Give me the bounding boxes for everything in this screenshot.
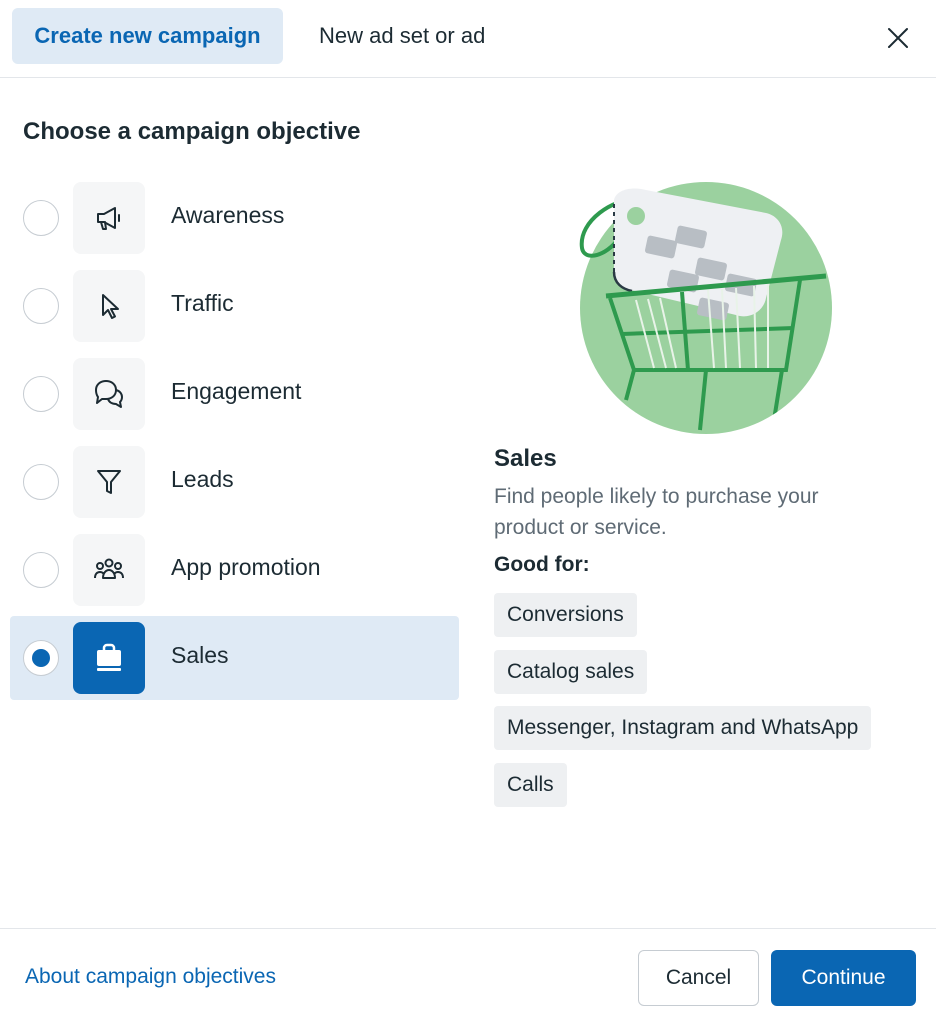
close-button[interactable] xyxy=(878,18,918,58)
dialog-header: Create new campaign New ad set or ad xyxy=(0,0,936,78)
page-title: Choose a campaign objective xyxy=(23,118,361,145)
objective-icon-tile xyxy=(73,270,145,342)
radio-sales[interactable] xyxy=(23,640,59,676)
good-for-chip: Catalog sales xyxy=(494,650,648,694)
tab-new-ad-set-or-ad[interactable]: New ad set or ad xyxy=(319,8,485,64)
sales-illustration xyxy=(579,182,832,434)
continue-button[interactable]: Continue xyxy=(771,950,916,1006)
objective-engagement[interactable]: Engagement xyxy=(10,352,459,436)
objective-label: Traffic xyxy=(171,290,234,316)
shopping-bag-icon xyxy=(97,643,121,671)
good-for-chip: Conversions xyxy=(494,593,637,637)
radio-traffic[interactable] xyxy=(23,288,59,324)
objective-label: App promotion xyxy=(171,554,321,580)
about-campaign-objectives-link[interactable]: About campaign objectives xyxy=(25,965,276,989)
objective-label: Leads xyxy=(171,466,234,492)
funnel-icon xyxy=(97,470,121,494)
objective-app-promotion[interactable]: App promotion xyxy=(10,528,459,612)
objective-sales[interactable]: Sales xyxy=(10,616,459,700)
radio-leads[interactable] xyxy=(23,464,59,500)
objective-detail-description: Find people likely to purchase your prod… xyxy=(494,485,819,539)
cancel-button[interactable]: Cancel xyxy=(638,950,759,1006)
objective-leads[interactable]: Leads xyxy=(10,440,459,524)
objective-label: Engagement xyxy=(171,378,302,404)
objective-icon-tile xyxy=(73,358,145,430)
good-for-label: Good for: xyxy=(494,553,590,576)
cursor-icon xyxy=(102,294,119,319)
objective-label: Sales xyxy=(171,642,229,668)
radio-awareness[interactable] xyxy=(23,200,59,236)
radio-app-promotion[interactable] xyxy=(23,552,59,588)
objective-icon-tile xyxy=(73,182,145,254)
good-for-chip: Messenger, Instagram and WhatsApp xyxy=(494,706,872,750)
objective-label: Awareness xyxy=(171,202,285,228)
objective-icon-tile xyxy=(73,622,145,694)
chat-bubbles-icon xyxy=(95,380,123,408)
close-icon xyxy=(888,28,908,48)
objective-icon-tile xyxy=(73,446,145,518)
objective-traffic[interactable]: Traffic xyxy=(10,264,459,348)
tab-create-new-campaign[interactable]: Create new campaign xyxy=(12,8,283,64)
objective-detail-title: Sales xyxy=(494,445,557,472)
radio-engagement[interactable] xyxy=(23,376,59,412)
dialog-footer: About campaign objectives Cancel Continu… xyxy=(0,928,936,1024)
good-for-chip: Calls xyxy=(494,763,567,807)
people-icon xyxy=(94,558,124,579)
objective-icon-tile xyxy=(73,534,145,606)
objective-awareness[interactable]: Awareness xyxy=(10,176,459,260)
megaphone-icon xyxy=(97,207,120,230)
